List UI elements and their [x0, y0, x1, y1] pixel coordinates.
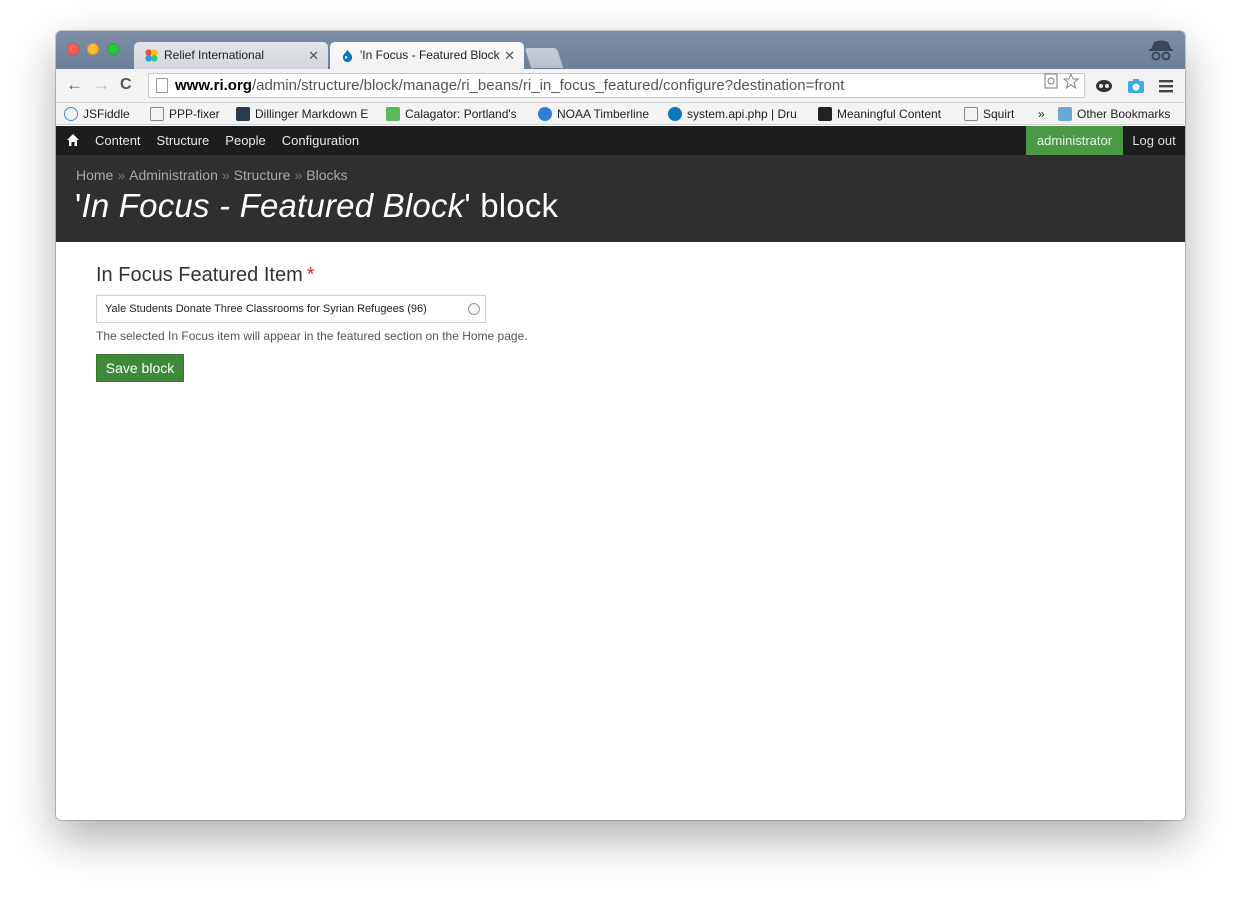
in-focus-autocomplete-input[interactable]: Yale Students Donate Three Classrooms fo…	[96, 295, 486, 323]
page-icon	[964, 107, 978, 121]
bookmark-squirt[interactable]: Squirt	[964, 103, 1014, 125]
breadcrumb-structure[interactable]: Structure	[234, 167, 291, 183]
admin-menu-content[interactable]: Content	[95, 126, 141, 155]
bookmarks-overflow-chevron[interactable]: »	[1038, 103, 1045, 125]
required-marker: *	[306, 264, 315, 286]
admin-menu-configuration[interactable]: Configuration	[282, 126, 359, 155]
close-tab-icon[interactable]: ✕	[504, 42, 515, 69]
bookmarks-bar: JSFiddle PPP-fixer Dillinger Markdown E …	[56, 103, 1185, 125]
bookmark-ppp-fixer[interactable]: PPP-fixer	[150, 103, 220, 125]
breadcrumb-home[interactable]: Home	[76, 167, 113, 183]
noaa-icon	[538, 107, 552, 121]
back-arrow-icon[interactable]: ←	[66, 75, 83, 95]
bookmark-noaa[interactable]: NOAA Timberline	[538, 103, 649, 125]
bookmark-star-icon[interactable]	[1063, 73, 1079, 89]
pinwheel-icon	[145, 49, 158, 62]
browser-window: Relief International ✕ 'In Focus - Featu…	[56, 31, 1185, 820]
breadcrumb-separator: »	[221, 167, 230, 183]
drupal-drop-icon	[668, 107, 682, 121]
minimize-window-button[interactable]	[87, 43, 99, 55]
save-block-button[interactable]: Save block	[96, 354, 184, 382]
tab-strip: Relief International ✕ 'In Focus - Featu…	[56, 31, 1185, 69]
tab-relief-international[interactable]: Relief International ✕	[134, 42, 328, 69]
admin-menu: Content Structure People Configuration	[95, 126, 359, 155]
block-config-form: In Focus Featured Item * Yale Students Do…	[96, 264, 996, 382]
breadcrumb: Home» Administration» Structure» Blocks	[76, 167, 348, 183]
page-title: 'In Focus - Featured Block' block	[75, 187, 559, 224]
page-icon	[156, 78, 168, 93]
breadcrumb-administration[interactable]: Administration	[129, 167, 218, 183]
url-host: www.ri.org	[175, 77, 252, 94]
page-action-icon[interactable]	[1043, 73, 1059, 89]
mc-icon	[818, 107, 832, 121]
calagator-icon	[386, 107, 400, 121]
tab-label: 'In Focus - Featured Block'	[360, 48, 500, 62]
folder-icon	[1058, 107, 1072, 121]
logout-link[interactable]: Log out	[1123, 126, 1185, 155]
bookmark-jsfiddle[interactable]: JSFiddle	[64, 103, 130, 125]
in-focus-field-label: In Focus Featured Item *	[96, 264, 315, 286]
user-account-link[interactable]: administrator	[1026, 126, 1123, 155]
admin-menu-structure[interactable]: Structure	[157, 126, 210, 155]
reload-icon[interactable]: C	[120, 75, 132, 95]
browser-toolbar: ← → C www.ri.org/admin/structure/block/m…	[56, 69, 1185, 103]
home-icon[interactable]	[66, 133, 80, 147]
breadcrumb-separator: »	[117, 167, 126, 183]
tab-in-focus-block[interactable]: 'In Focus - Featured Block' ✕	[330, 42, 524, 69]
camera-icon[interactable]	[1126, 76, 1146, 96]
admin-toolbar: Content Structure People Configuration a…	[56, 126, 1185, 155]
bookmark-other-bookmarks[interactable]: Other Bookmarks	[1058, 103, 1170, 125]
page-title-block-name: In Focus - Featured Block	[81, 187, 465, 224]
page-icon	[150, 107, 164, 121]
forward-arrow-icon[interactable]: →	[93, 75, 110, 95]
bookmark-system-api[interactable]: system.api.php | Dru	[668, 103, 797, 125]
bookmark-calagator[interactable]: Calagator: Portland's	[386, 103, 517, 125]
maximize-window-button[interactable]	[107, 43, 119, 55]
new-tab-button[interactable]	[524, 48, 564, 68]
close-window-button[interactable]	[67, 43, 79, 55]
dillinger-icon	[236, 107, 250, 121]
admin-menu-people[interactable]: People	[225, 126, 265, 155]
breadcrumb-separator: »	[294, 167, 303, 183]
drupal-drop-icon	[342, 48, 353, 63]
menu-hamburger-icon[interactable]	[1156, 76, 1176, 96]
field-description: The selected In Focus item will appear i…	[96, 329, 528, 343]
autocomplete-value: Yale Students Donate Three Classrooms fo…	[105, 303, 427, 315]
autocomplete-throbber-icon	[468, 303, 480, 315]
bookmark-meaningful-content[interactable]: Meaningful Content	[818, 103, 941, 125]
breadcrumb-blocks[interactable]: Blocks	[306, 167, 347, 183]
incognito-icon	[1149, 40, 1173, 61]
close-tab-icon[interactable]: ✕	[308, 42, 319, 69]
tab-label: Relief International	[164, 48, 265, 62]
url-path: /admin/structure/block/manage/ri_beans/r…	[251, 77, 845, 94]
address-bar[interactable]: www.ri.org/admin/structure/block/manage/…	[148, 73, 1085, 98]
bookmark-dillinger[interactable]: Dillinger Markdown E	[236, 103, 368, 125]
page-header: Home» Administration» Structure» Blocks 'In…	[56, 155, 1185, 242]
extension-mask-icon[interactable]	[1094, 76, 1114, 96]
cloud-icon	[64, 107, 78, 121]
